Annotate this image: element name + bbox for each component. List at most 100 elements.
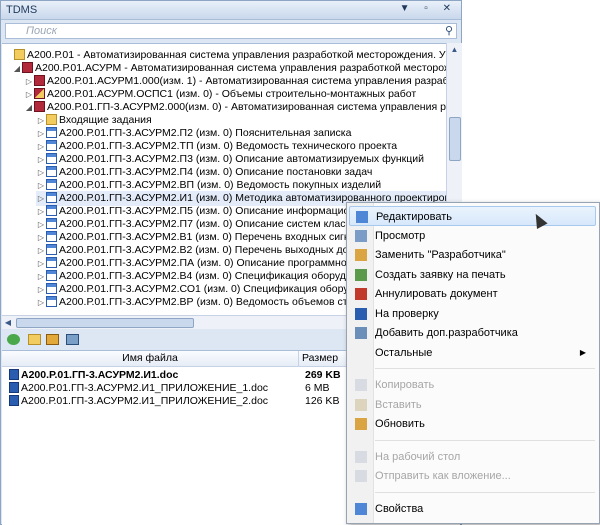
menu-item[interactable]: На рабочий стол: [349, 447, 596, 467]
expand-toggle-icon[interactable]: ◢: [12, 61, 22, 76]
tree-item-label: Входящие задания: [59, 114, 152, 126]
docico-icon: [46, 270, 57, 281]
docico-icon: [46, 166, 57, 177]
menu-item-label: Свойства: [375, 502, 424, 515]
docico-icon: [46, 296, 57, 307]
mix-icon: [34, 88, 45, 99]
arrow-right-icon: [355, 307, 367, 320]
menu-item-label: Редактировать: [376, 211, 452, 223]
tree-item-label: А200.Р.01.АСУРМ - Автоматизированная сис…: [35, 62, 446, 74]
book-icon: [34, 75, 45, 86]
docico-icon: [46, 257, 57, 268]
tree-item-label: А200.Р.01.ГП-3.АСУРМ2.В2 (изм. 0) Перече…: [59, 244, 378, 256]
expand-toggle-icon[interactable]: ◢: [24, 100, 34, 115]
print-request-icon: [355, 268, 367, 281]
menu-item-label: Просмотр: [375, 229, 426, 242]
send-attachment-icon: [355, 470, 367, 482]
docico-icon: [46, 244, 57, 255]
view-icon: [355, 229, 367, 242]
menu-item[interactable]: Аннулировать документ: [349, 284, 596, 304]
tree-item-label: А200.Р.01.ГП-3.АСУРМ2.В1 (изм. 0) Перече…: [59, 231, 382, 243]
word-doc-icon: [9, 369, 19, 380]
menu-item[interactable]: Вставить: [349, 395, 596, 415]
add-developer-icon: [355, 327, 367, 339]
menu-item[interactable]: Остальные ▶: [349, 343, 596, 363]
file-name-text: А200.Р.01.ГП-3.АСУРМ2.И1.doc: [21, 369, 179, 381]
tree-item-label: А200.Р.01.АСУРМ.ОСПС1 (изм. 0) - Объемы …: [47, 88, 417, 100]
menu-item-label: Копировать: [375, 379, 435, 391]
menu-item-label: Аннулировать документ: [375, 288, 498, 300]
docico-icon: [46, 205, 57, 216]
docico-icon: [46, 218, 57, 229]
file-name: А200.Р.01.ГП-3.АСУРМ2.И1_ПРИЛОЖЕНИЕ_1.do…: [9, 382, 268, 395]
menu-item-label: Вставить: [375, 398, 422, 411]
menu-item[interactable]: Отправить как вложение...: [349, 466, 596, 486]
tree-item-label: А200.Р.01.ГП-3.АСУРМ2.П7 (изм. 0) Описан…: [59, 218, 382, 230]
submenu-arrow-icon: ▶: [579, 347, 586, 357]
menu-item-label: На рабочий стол: [375, 450, 461, 463]
column-header-name[interactable]: Имя файла: [2, 351, 299, 366]
menu-item[interactable]: Обновить: [349, 414, 596, 434]
menu-item[interactable]: Заменить "Разработчика": [349, 245, 596, 265]
menu-item[interactable]: На проверку: [349, 304, 596, 324]
menu-item[interactable]: Создать заявку на печать: [349, 265, 596, 285]
menu-item-label: Заменить "Разработчика": [375, 249, 506, 261]
docico-icon: [46, 127, 57, 138]
menu-item-label: Обновить: [375, 418, 425, 430]
book-icon: [34, 101, 45, 112]
tree-item-label: А200.Р.01.АСУРМ1.000(изм. 1) - Автоматиз…: [47, 75, 446, 87]
open-folder-icon[interactable]: [28, 334, 41, 345]
tree-item-label: А200.Р.01.ГП-3.АСУРМ2.ВР (изм. 0) Ведомо…: [59, 296, 382, 308]
search-icon[interactable]: ⚲: [445, 24, 453, 37]
tree-item-label: А200.Р.01.ГП-3.АСУРМ2.ТП (изм. 0) Ведомо…: [59, 140, 398, 152]
tree-item-label: А200.Р.01.ГП-3.АСУРМ2.СО1 (изм. 0) Специ…: [59, 283, 378, 295]
scroll-left-arrow-icon[interactable]: ◀: [2, 316, 14, 329]
refresh-icon: [355, 418, 367, 430]
search-placeholder: Поиск: [26, 25, 57, 37]
file-name-text: А200.Р.01.ГП-3.АСУРМ2.И1_ПРИЛОЖЕНИЕ_2.do…: [21, 395, 269, 407]
edit-file-icon[interactable]: [46, 334, 59, 345]
tree-item-label: А200.Р.01.ГП-3.АСУРМ2.В4 (изм. 0) Специф…: [59, 270, 381, 282]
docico-icon: [46, 179, 57, 190]
folder-icon: [14, 49, 25, 60]
docico-icon: [46, 153, 57, 164]
scroll-up-arrow-icon[interactable]: ▲: [447, 43, 462, 57]
menu-item[interactable]: Редактировать: [349, 206, 596, 226]
menu-item[interactable]: Свойства: [349, 499, 596, 519]
panel-titlebar: TDMS ▼ ▫ ✕: [1, 1, 461, 20]
expand-toggle-icon[interactable]: ▷: [36, 295, 46, 310]
tree-item-label: А200.Р.01.ГП-3.АСУРМ2.П4 (изм. 0) Описан…: [59, 166, 373, 178]
scroll-thumb[interactable]: [449, 117, 461, 161]
copy-icon: [355, 379, 367, 391]
docico-icon: [46, 140, 57, 151]
menu-item[interactable]: Просмотр: [349, 226, 596, 246]
menu-item[interactable]: Добавить доп.разработчика: [349, 323, 596, 343]
file-name: А200.Р.01.ГП-3.АСУРМ2.И1.doc: [9, 369, 178, 382]
menu-item-label: Остальные: [375, 346, 433, 359]
file-users-icon[interactable]: [66, 334, 79, 345]
refresh-files-icon[interactable]: [7, 334, 20, 345]
book-icon: [22, 62, 33, 73]
search-input[interactable]: Поиск ⚲: [5, 23, 457, 39]
panel-title-buttons[interactable]: ▼ ▫ ✕: [400, 3, 457, 14]
context-menu: Редактировать Просмотр Заменить "Разработч…: [346, 202, 600, 524]
tree-item-label: А200.Р.01.ГП-3.АСУРМ2.П5 (изм. 0) Описан…: [59, 205, 377, 217]
word-doc-icon: [9, 382, 19, 393]
docico-icon: [46, 192, 57, 203]
column-header-size[interactable]: Размер: [302, 351, 338, 366]
docico-icon: [46, 231, 57, 242]
menu-item[interactable]: Копировать: [349, 375, 596, 395]
menu-item-label: Отправить как вложение...: [375, 470, 511, 482]
tree-item-label: А200.Р.01 - Автоматизированная система у…: [27, 49, 446, 61]
hscroll-thumb[interactable]: [16, 318, 194, 328]
properties-icon: [355, 502, 367, 515]
paste-icon: [355, 398, 367, 411]
menu-separator: [375, 368, 595, 369]
file-name: А200.Р.01.ГП-3.АСУРМ2.И1_ПРИЛОЖЕНИЕ_2.do…: [9, 395, 268, 408]
word-doc-icon: [9, 395, 19, 406]
folder-icon: [46, 114, 57, 125]
tree-item-label: А200.Р.01.ГП-3.АСУРМ2.ПА (изм. 0) Описан…: [59, 257, 377, 269]
tree-item-label: А200.Р.01.ГП-3.АСУРМ2.ВП (изм. 0) Ведомо…: [59, 179, 382, 191]
tree-item[interactable]: ▷ А200.Р.01.ГП-3.АСУРМ2.ВР (изм. 0) Ведом…: [36, 295, 381, 310]
menu-separator: [375, 439, 595, 441]
